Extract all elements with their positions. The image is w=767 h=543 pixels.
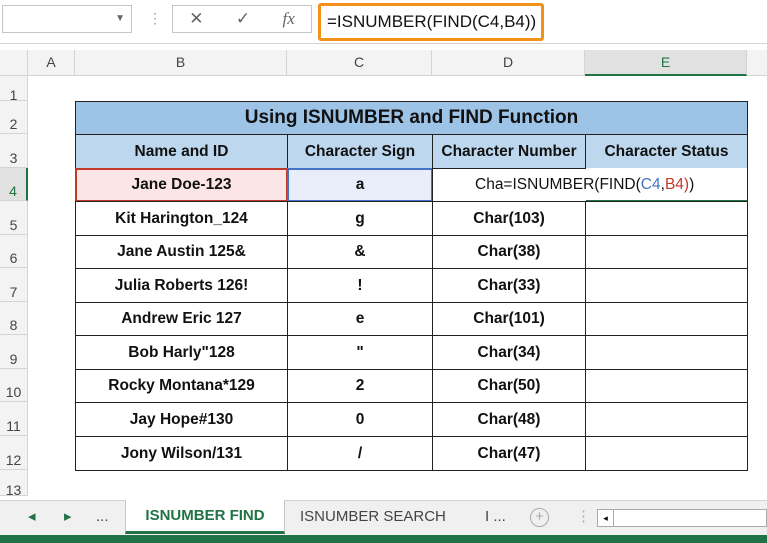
- formula-part: B4): [664, 176, 690, 193]
- table-cell[interactable]: Jay Hope#130: [75, 402, 288, 437]
- row-header-1[interactable]: 1: [0, 76, 28, 103]
- formula-input[interactable]: =ISNUMBER(FIND(C4,B4)): [318, 3, 544, 41]
- table-cell[interactable]: [585, 402, 748, 437]
- table-cell[interactable]: Char(103): [432, 201, 586, 236]
- header-cell[interactable]: Character Number: [432, 134, 586, 169]
- table-cell[interactable]: Char(33): [432, 268, 586, 303]
- column-headers: A B C D E: [0, 50, 767, 76]
- table-cell[interactable]: Jane Austin 125&: [75, 235, 288, 269]
- splitter-icon[interactable]: ⋮: [576, 501, 591, 533]
- tab-isnumber-find[interactable]: ISNUMBER FIND: [125, 500, 285, 534]
- row-header-6[interactable]: 6: [0, 235, 28, 268]
- table-cell[interactable]: ": [287, 335, 433, 370]
- row-header-12[interactable]: 12: [0, 436, 28, 470]
- row-header-5[interactable]: 5: [0, 201, 28, 235]
- table-cell[interactable]: !: [287, 268, 433, 303]
- table-cell[interactable]: Char(34): [432, 335, 586, 370]
- table-cell[interactable]: [585, 302, 748, 336]
- table-cell[interactable]: Char(38): [432, 235, 586, 269]
- table-cell[interactable]: Char(48): [432, 402, 586, 437]
- table-cell[interactable]: Rocky Montana*129: [75, 369, 288, 403]
- header-cell[interactable]: Character Sign: [287, 134, 433, 169]
- table-cell[interactable]: 0: [287, 402, 433, 437]
- row-header-11[interactable]: 11: [0, 402, 28, 436]
- more-sheets-button[interactable]: ...: [96, 501, 109, 533]
- tab-truncated[interactable]: I ...: [485, 501, 506, 533]
- add-sheet-icon[interactable]: +: [530, 508, 549, 527]
- status-bar: [0, 535, 767, 543]
- sheet-tab-bar: ◂ ▸ ... ISNUMBER FIND ISNUMBER SEARCH I …: [0, 500, 767, 535]
- table-cell[interactable]: Char(47): [432, 436, 586, 471]
- table-cell[interactable]: [585, 235, 748, 269]
- table-title[interactable]: Using ISNUMBER and FIND Function: [75, 101, 748, 135]
- row-header-13[interactable]: 13: [0, 470, 28, 498]
- formula-part: ): [689, 176, 695, 193]
- table-cell[interactable]: [585, 335, 748, 370]
- table-cell[interactable]: [585, 268, 748, 303]
- row-header-10[interactable]: 10: [0, 369, 28, 402]
- row-header-8[interactable]: 8: [0, 302, 28, 335]
- prev-sheet-icon[interactable]: ◂: [28, 501, 36, 533]
- row-header-3[interactable]: 3: [0, 134, 28, 168]
- table-cell[interactable]: Kit Harington_124: [75, 201, 288, 236]
- cancel-icon[interactable]: ✕: [189, 9, 203, 29]
- column-header-b[interactable]: B: [75, 50, 287, 75]
- table-cell[interactable]: a: [287, 168, 433, 202]
- enter-icon[interactable]: ✓: [236, 9, 250, 29]
- table-cell[interactable]: Bob Harly"128: [75, 335, 288, 370]
- select-all-button[interactable]: [0, 50, 28, 75]
- table-cell[interactable]: [585, 436, 748, 471]
- header-cell[interactable]: Character Status: [585, 134, 748, 169]
- formula-part: Cha=ISNUMBER(FIND(: [475, 176, 641, 193]
- table-cell[interactable]: Char(101): [432, 302, 586, 336]
- table-cell[interactable]: Julia Roberts 126!: [75, 268, 288, 303]
- formula-part: C4: [640, 176, 661, 193]
- column-header-e[interactable]: E: [585, 50, 747, 76]
- row-header-2[interactable]: 2: [0, 101, 28, 134]
- row-header-4[interactable]: 4: [0, 168, 28, 201]
- table-cell[interactable]: g: [287, 201, 433, 236]
- table-cell[interactable]: /: [287, 436, 433, 471]
- name-box[interactable]: ▼: [2, 5, 132, 33]
- table-cell[interactable]: &: [287, 235, 433, 269]
- formula-buttons: ✕ ✓ fx: [172, 5, 312, 33]
- table-cell[interactable]: 2: [287, 369, 433, 403]
- table-cell[interactable]: Char(50): [432, 369, 586, 403]
- next-sheet-icon[interactable]: ▸: [64, 501, 72, 533]
- chevron-down-icon[interactable]: ▼: [115, 13, 125, 24]
- column-header-a[interactable]: A: [28, 50, 75, 75]
- table-cell[interactable]: e: [287, 302, 433, 336]
- table-cell[interactable]: [585, 201, 748, 236]
- row-header-7[interactable]: 7: [0, 268, 28, 302]
- formula-bar: ▼ ⋮ ✕ ✓ fx =ISNUMBER(FIND(C4,B4)): [0, 0, 767, 44]
- table-cell[interactable]: Andrew Eric 127: [75, 302, 288, 336]
- tab-isnumber-search[interactable]: ISNUMBER SEARCH: [300, 501, 446, 533]
- table-cell[interactable]: Jane Doe-123: [75, 168, 288, 202]
- column-header-c[interactable]: C: [287, 50, 432, 75]
- drag-handle-icon[interactable]: ⋮: [148, 10, 162, 27]
- horizontal-scrollbar[interactable]: ◂: [597, 509, 767, 527]
- fx-icon[interactable]: fx: [283, 9, 295, 29]
- table-cell[interactable]: [585, 369, 748, 403]
- editing-cell[interactable]: Cha=ISNUMBER(FIND(C4, B4)): [432, 168, 694, 202]
- row-header-9[interactable]: 9: [0, 335, 28, 369]
- header-cell[interactable]: Name and ID: [75, 134, 288, 169]
- scroll-left-icon[interactable]: ◂: [598, 510, 614, 526]
- column-header-d[interactable]: D: [432, 50, 585, 75]
- table-cell[interactable]: Jony Wilson/131: [75, 436, 288, 471]
